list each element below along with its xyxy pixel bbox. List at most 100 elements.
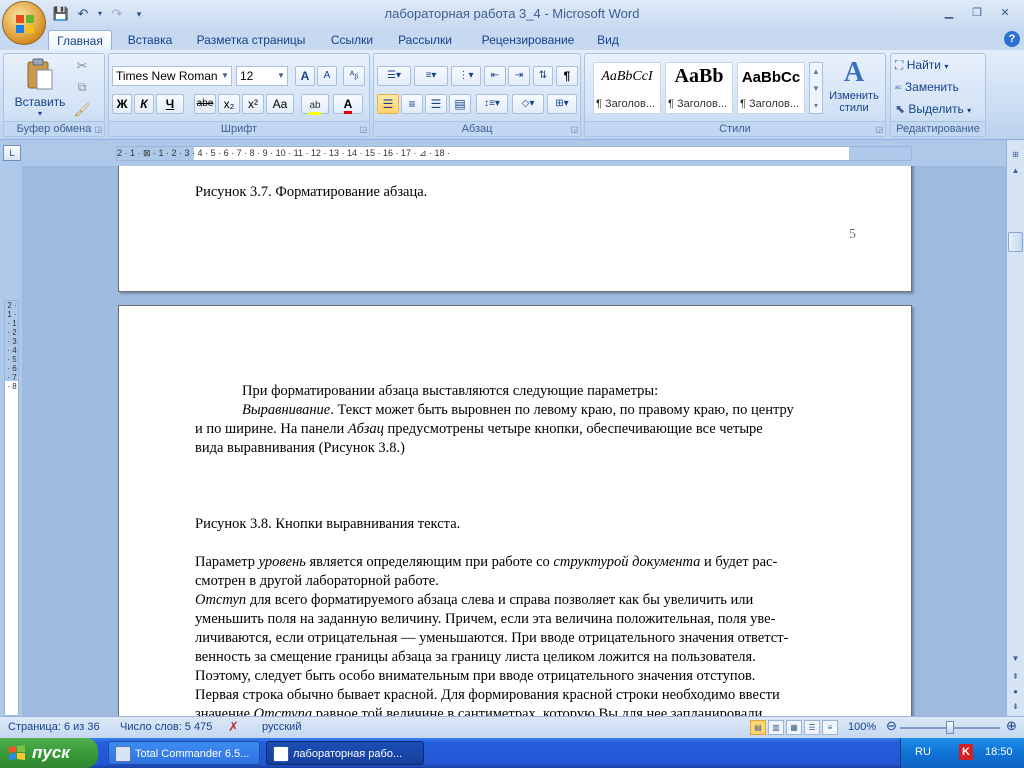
outline-view-button[interactable]: ☰ — [804, 720, 820, 735]
office-button[interactable] — [2, 1, 46, 45]
previous-page-button[interactable]: ⇞ — [1008, 670, 1023, 684]
scroll-thumb[interactable] — [1008, 232, 1023, 252]
show-marks-button[interactable]: ¶ — [556, 66, 578, 86]
superscript-button[interactable]: x² — [242, 94, 264, 114]
font-launcher-icon[interactable]: ◲ — [359, 125, 367, 134]
vertical-ruler[interactable]: 2 · 1 · · 1 · 2 · 3 · 4 · 5 · 6 · 7 · 8 — [4, 300, 19, 716]
multilevel-list-button[interactable]: ⋮▾ — [451, 66, 481, 86]
subscript-button[interactable]: x₂ — [218, 94, 240, 114]
cut-icon[interactable]: ✂ — [72, 58, 92, 76]
paste-button[interactable]: Вставить ▾ — [12, 56, 68, 120]
tab-page-layout[interactable]: Разметка страницы — [188, 30, 314, 50]
tab-selector-button[interactable]: L — [3, 145, 21, 161]
styles-scroll[interactable]: ▲ ▼ ▾ — [809, 62, 823, 114]
align-left-button[interactable]: ☰ — [377, 94, 399, 114]
clear-formatting-button[interactable]: ᴬᵦ — [343, 66, 365, 86]
text-line: Поэтому, следует быть особо внимательным… — [195, 667, 855, 686]
help-icon[interactable]: ? — [1004, 31, 1020, 47]
text-run: личиваются, если отрицательная — уменьша… — [195, 630, 789, 646]
page[interactable]: При форматировании абзаца выставляются с… — [118, 305, 912, 716]
language-label[interactable]: русский — [262, 721, 301, 733]
grow-font-button[interactable]: A — [295, 66, 315, 86]
maximize-button[interactable]: ❐ — [964, 4, 990, 22]
text-line: смотрен в другой лабораторной работе. — [195, 572, 855, 591]
font-family-combo[interactable]: Times New Roman ▼ — [112, 66, 232, 86]
paragraph-launcher-icon[interactable]: ◲ — [570, 125, 578, 134]
bold-button[interactable]: Ж — [112, 94, 132, 114]
full-screen-view-button[interactable]: ▥ — [768, 720, 784, 735]
change-case-button[interactable]: Aa — [266, 94, 294, 114]
styles-launcher-icon[interactable]: ◲ — [875, 125, 883, 134]
replace-button[interactable]: ᵃᶜ Заменить — [895, 80, 983, 98]
page[interactable]: Рисунок 3.7. Форматирование абзаца. 5 — [118, 166, 912, 292]
find-button[interactable]: ⛶ Найти ▾ — [895, 58, 983, 76]
paragraph-group-label: Абзац — [374, 121, 580, 136]
line-spacing-button[interactable]: ↕≡▾ — [476, 94, 508, 114]
italic-button[interactable]: К — [134, 94, 154, 114]
align-center-button[interactable]: ≡ — [401, 94, 423, 114]
decrease-indent-button[interactable]: ⇤ — [484, 66, 506, 86]
tab-mailings[interactable]: Рассылки — [390, 30, 460, 50]
vertical-scrollbar[interactable]: ⊞ ▲ ▼ ⇞ ● ⇟ — [1006, 140, 1024, 716]
language-indicator[interactable]: RU — [915, 746, 931, 758]
borders-button[interactable]: ⊞▾ — [547, 94, 577, 114]
paste-label: Вставить — [14, 95, 66, 109]
increase-indent-button[interactable]: ⇥ — [508, 66, 530, 86]
highlight-button[interactable]: ab — [301, 94, 329, 115]
zoom-level[interactable]: 100% — [848, 721, 876, 733]
browse-object-button[interactable]: ● — [1008, 685, 1023, 699]
tab-references[interactable]: Ссылки — [322, 30, 382, 50]
spellcheck-icon[interactable]: ✗ — [228, 719, 239, 735]
taskbar-item-total-commander[interactable]: Total Commander 6.5... — [108, 741, 260, 765]
draft-view-button[interactable]: ≡ — [822, 720, 838, 735]
strikethrough-button[interactable]: abe — [194, 94, 216, 114]
minimize-button[interactable]: ▁ — [936, 4, 962, 22]
underline-button[interactable]: Ч — [156, 94, 184, 114]
start-label: пуск — [32, 743, 70, 762]
align-right-button[interactable]: ☰ — [425, 94, 447, 114]
style-tile[interactable]: AaBbCcI ¶ Заголов... — [593, 62, 661, 114]
zoom-slider-knob[interactable] — [946, 721, 954, 734]
font-size-combo[interactable]: 12 ▼ — [236, 66, 288, 86]
bullets-button[interactable]: ☰▾ — [377, 66, 411, 86]
horizontal-ruler[interactable]: 2 · 1 · ⊠ · 1 · 2 · 3 · 4 · 5 · 6 · 7 · … — [116, 146, 912, 161]
style-tile[interactable]: AaBbCc ¶ Заголов... — [737, 62, 805, 114]
scroll-down-button[interactable]: ▼ — [1008, 652, 1023, 666]
web-layout-view-button[interactable]: ▦ — [786, 720, 802, 735]
font-group: Times New Roman ▼ 12 ▼ A A ᴬᵦ Ж К Ч abe … — [108, 53, 370, 137]
style-name: ¶ Заголов... — [596, 98, 656, 110]
start-button[interactable]: пуск — [0, 738, 98, 768]
style-sample: AaBbCcI — [601, 69, 653, 84]
word-count[interactable]: Число слов: 5 475 — [120, 721, 212, 733]
sort-button[interactable]: ⇅ — [533, 66, 553, 86]
print-layout-view-button[interactable]: ▤ — [750, 720, 766, 735]
scroll-up-button[interactable]: ▲ — [1008, 164, 1023, 178]
tab-home[interactable]: Главная — [48, 30, 112, 50]
close-button[interactable]: ✕ — [992, 4, 1018, 22]
copy-icon[interactable]: ⧉ — [72, 80, 92, 98]
clipboard-launcher-icon[interactable]: ◲ — [94, 125, 102, 134]
shrink-font-button[interactable]: A — [317, 66, 337, 86]
change-styles-button[interactable]: A Изменить стили — [825, 56, 883, 120]
select-button[interactable]: ⬉ Выделить ▾ — [895, 102, 983, 120]
shading-button[interactable]: ◇▾ — [512, 94, 544, 114]
numbering-button[interactable]: ≡▾ — [414, 66, 448, 86]
font-color-button[interactable]: A — [333, 94, 363, 114]
figure-caption: Рисунок 3.7. Форматирование абзаца. — [195, 184, 428, 200]
justify-button[interactable]: ▤ — [449, 94, 471, 114]
page-count[interactable]: Страница: 6 из 36 — [8, 721, 100, 733]
tab-review[interactable]: Рецензирование — [468, 30, 588, 50]
next-page-button[interactable]: ⇟ — [1008, 700, 1023, 714]
antivirus-icon[interactable]: K — [959, 744, 973, 760]
zoom-out-button[interactable]: ⊖ — [886, 718, 897, 734]
ruler-toggle-icon[interactable]: ⊞ — [1008, 148, 1023, 162]
system-tray: RU K 18:50 — [900, 738, 1024, 768]
style-tile[interactable]: AaBb ¶ Заголов... — [665, 62, 733, 114]
text-line: личиваются, если отрицательная — уменьша… — [195, 629, 855, 648]
tab-insert[interactable]: Вставка — [118, 30, 182, 50]
tab-view[interactable]: Вид — [592, 30, 624, 50]
taskbar-item-word[interactable]: лабораторная рабо... — [266, 741, 424, 765]
format-painter-icon[interactable]: 🖌 — [72, 102, 92, 120]
text-run: Поэтому, следует быть особо внимательным… — [195, 668, 756, 684]
zoom-in-button[interactable]: ⊕ — [1006, 718, 1017, 734]
